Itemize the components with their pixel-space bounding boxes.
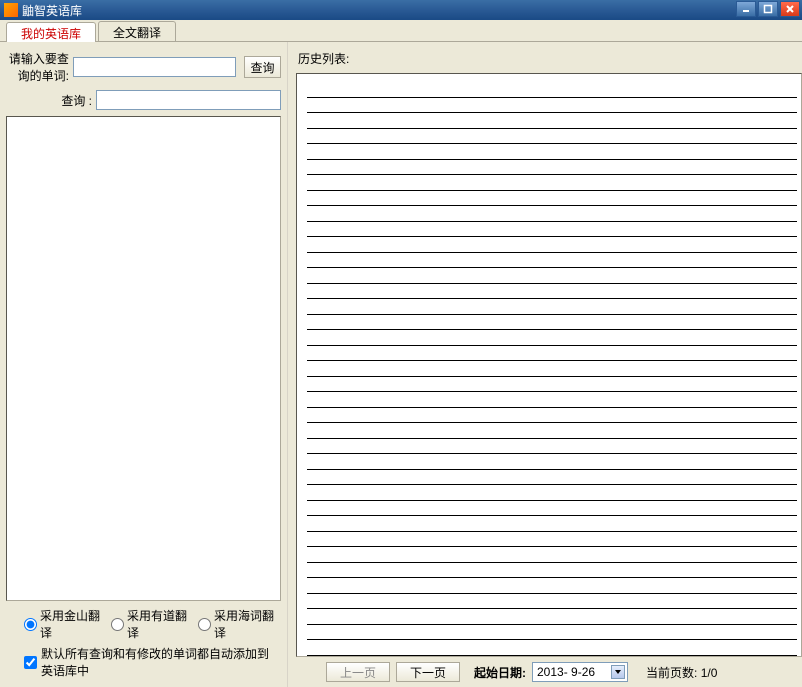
history-line bbox=[307, 547, 797, 563]
history-line bbox=[307, 175, 797, 191]
history-line bbox=[307, 113, 797, 129]
query-input-label: 请输入要查询的单词: bbox=[6, 50, 73, 84]
radio-label: 采用金山翻译 bbox=[40, 607, 103, 641]
left-panel: 请输入要查询的单词: 查询 查询 : 采用金山翻译 采用有道翻译 采用海词翻译 bbox=[0, 42, 288, 687]
history-line bbox=[307, 222, 797, 238]
tab-label: 全文翻译 bbox=[113, 24, 161, 41]
history-line bbox=[307, 129, 797, 145]
history-line bbox=[307, 532, 797, 548]
auto-add-row: 默认所有查询和有修改的单词都自动添加到英语库中 bbox=[6, 643, 281, 681]
history-line bbox=[307, 609, 797, 625]
window-controls bbox=[736, 1, 800, 17]
history-line bbox=[307, 160, 797, 176]
history-line bbox=[307, 98, 797, 114]
history-line bbox=[307, 578, 797, 594]
history-line bbox=[307, 237, 797, 253]
app-icon bbox=[4, 3, 18, 17]
history-line bbox=[307, 501, 797, 517]
history-line bbox=[307, 470, 797, 486]
radio-youdao[interactable]: 采用有道翻译 bbox=[111, 607, 190, 641]
right-panel: 历史列表: 上一页 下一页 起始日期: 2013- 9-26 当前页数: 1/0 bbox=[288, 42, 802, 687]
tab-full-translate[interactable]: 全文翻译 bbox=[98, 21, 176, 41]
history-line bbox=[307, 346, 797, 362]
history-line bbox=[307, 516, 797, 532]
radio-label: 采用海词翻译 bbox=[214, 607, 277, 641]
result-box[interactable] bbox=[6, 116, 281, 601]
history-line bbox=[307, 594, 797, 610]
query-input[interactable] bbox=[73, 57, 236, 77]
title-bar: 鼬智英语库 bbox=[0, 0, 802, 20]
start-date-picker[interactable]: 2013- 9-26 bbox=[532, 662, 628, 682]
history-line bbox=[307, 408, 797, 424]
history-line bbox=[307, 625, 797, 641]
radio-jinshan[interactable]: 采用金山翻译 bbox=[24, 607, 103, 641]
history-line bbox=[307, 485, 797, 501]
result-label: 查询 : bbox=[6, 92, 96, 109]
history-line bbox=[307, 268, 797, 284]
window-title: 鼬智英语库 bbox=[22, 2, 82, 19]
history-line bbox=[307, 315, 797, 331]
page-info: 当前页数: 1/0 bbox=[646, 664, 717, 681]
radio-label: 采用有道翻译 bbox=[127, 607, 190, 641]
start-date-label: 起始日期: bbox=[474, 664, 526, 681]
pager-row: 上一页 下一页 起始日期: 2013- 9-26 当前页数: 1/0 bbox=[296, 657, 802, 683]
history-line bbox=[307, 439, 797, 455]
history-line bbox=[307, 454, 797, 470]
history-line bbox=[307, 144, 797, 160]
history-line bbox=[307, 253, 797, 269]
auto-add-checkbox[interactable] bbox=[24, 656, 37, 669]
page-label: 当前页数: bbox=[646, 666, 697, 680]
query-row: 请输入要查询的单词: 查询 bbox=[6, 50, 281, 84]
maximize-button[interactable] bbox=[758, 1, 778, 17]
history-line bbox=[307, 191, 797, 207]
history-line bbox=[307, 82, 797, 98]
history-label: 历史列表: bbox=[296, 50, 802, 67]
history-line bbox=[307, 206, 797, 222]
page-value: 1/0 bbox=[701, 666, 718, 680]
translator-radio-group: 采用金山翻译 采用有道翻译 采用海词翻译 bbox=[6, 601, 281, 643]
search-button[interactable]: 查询 bbox=[244, 56, 281, 78]
tab-label: 我的英语库 bbox=[21, 25, 81, 42]
tabs-bar: 我的英语库 全文翻译 bbox=[0, 20, 802, 42]
history-line bbox=[307, 330, 797, 346]
auto-add-label: 默认所有查询和有修改的单词都自动添加到英语库中 bbox=[41, 645, 277, 679]
history-line bbox=[307, 392, 797, 408]
history-line bbox=[307, 299, 797, 315]
history-line bbox=[307, 563, 797, 579]
radio-jinshan-input[interactable] bbox=[24, 618, 37, 631]
content-area: 请输入要查询的单词: 查询 查询 : 采用金山翻译 采用有道翻译 采用海词翻译 bbox=[0, 42, 802, 687]
chevron-down-icon[interactable] bbox=[611, 665, 625, 679]
history-line bbox=[307, 284, 797, 300]
next-page-button[interactable]: 下一页 bbox=[396, 662, 460, 682]
radio-haici[interactable]: 采用海词翻译 bbox=[198, 607, 277, 641]
result-row: 查询 : bbox=[6, 90, 281, 110]
radio-haici-input[interactable] bbox=[198, 618, 211, 631]
history-list[interactable] bbox=[296, 73, 802, 657]
history-line bbox=[307, 423, 797, 439]
history-line bbox=[307, 640, 797, 656]
history-line bbox=[307, 377, 797, 393]
radio-youdao-input[interactable] bbox=[111, 618, 124, 631]
close-button[interactable] bbox=[780, 1, 800, 17]
minimize-button[interactable] bbox=[736, 1, 756, 17]
prev-page-button[interactable]: 上一页 bbox=[326, 662, 390, 682]
tab-my-library[interactable]: 我的英语库 bbox=[6, 22, 96, 42]
history-line bbox=[307, 361, 797, 377]
date-value: 2013- 9-26 bbox=[537, 665, 595, 679]
result-field[interactable] bbox=[96, 90, 281, 110]
